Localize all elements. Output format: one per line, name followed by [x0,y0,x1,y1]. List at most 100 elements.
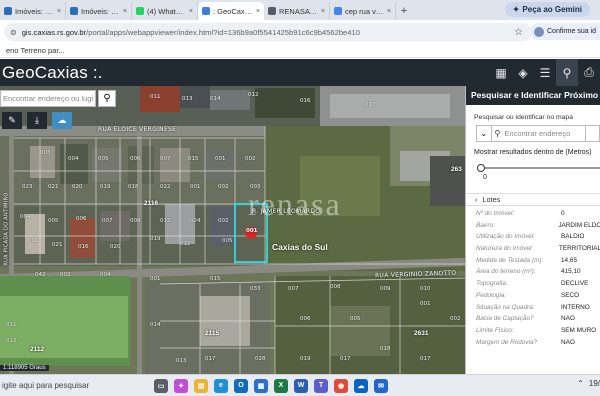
lot-number-label: 021 [52,242,63,248]
attribute-row: Área do terreno (m²): 415,10 [476,266,600,278]
tab-label: Imóveis: Consult [15,6,54,16]
grid-icon[interactable]: ▦ [490,59,512,86]
panel-search-input[interactable]: ⚲ Encontrar endereço [491,125,587,142]
lot-number-label: 002 [218,184,229,190]
lot-number-label: 010 [420,286,431,292]
cloud-icon: ☁ [57,115,67,125]
browser-tab[interactable]: : GeoCaxias :.× [198,2,264,20]
panel-search-button[interactable] [586,125,600,142]
lot-number-label: 004 [68,156,79,162]
map-search-button[interactable]: ⚲ [98,90,116,107]
attribute-key: Nº do Imóvel: [476,210,515,217]
lot-number-label: 012 [248,92,259,98]
block-label: 263 [451,166,462,173]
lot-number-label: 019 [300,356,311,362]
attribute-key: Topografia: [476,280,508,288]
tab-label: : GeoCaxias :. [213,6,253,16]
chevron-up-icon[interactable]: ⌃ [577,379,584,388]
pencil-icon: ✎ [8,115,16,125]
confirm-identity-button[interactable]: Confirme sua id [530,23,600,40]
search-source-dropdown[interactable]: ⌄ [476,125,492,142]
lot-number-label: 011 [150,94,161,100]
lotes-label: Lotes [482,195,501,204]
lot-number-label: 012 [160,218,171,224]
browser-tab[interactable]: RENASA NEGO× [264,2,330,20]
lot-number-label: 007 [160,156,171,162]
back-to-lotes[interactable]: ‹ Lotes [466,193,600,206]
attribute-key: Natureza do Imóvel: [476,245,534,253]
copilot-icon[interactable]: ✦ [174,378,188,393]
site-info-icon[interactable]: ⊜ [10,28,17,37]
city-label: Caxias do Sul [272,242,328,252]
highlighted-lot-label[interactable]: 001 [246,228,257,234]
browser-tab[interactable]: cep rua vergíni× [330,2,396,20]
lot-number-label: 012 [180,241,191,247]
close-icon[interactable]: × [189,8,193,15]
lot-number-label: 017 [205,356,216,362]
map-view[interactable]: RUA ELOICE VERGINESE RUA VERGINIO ZANOTT… [0,86,465,374]
store-icon[interactable]: ▦ [254,378,268,393]
attribute-value: SEM MURO [561,326,597,334]
url-field[interactable]: ⊜ gis.caxias.rs.gov.br/portal/apps/webap… [4,23,532,41]
lot-number-label: 005 [98,156,109,162]
excel-icon[interactable]: X [274,378,288,393]
onedrive-icon[interactable]: ☁ [354,378,368,393]
attribute-row: Bairro: JARDIM ELDO [476,220,600,232]
gemini-label: Peça ao Gemini [522,5,582,14]
lot-number-label: 005 [222,238,233,244]
basemap-tool-button[interactable]: ☁ [52,112,72,129]
layers-icon[interactable]: ◈ [512,59,534,86]
tab-favicon-icon [136,7,144,15]
attribute-row: Medida de Testada (m): 14,65 [476,255,600,267]
close-icon[interactable]: × [123,8,127,15]
attribute-value: 14,65 [561,256,577,264]
confirm-identity-label: Confirme sua id [547,28,597,35]
attribute-key: Bairro: [476,221,495,229]
download-tool-button[interactable]: ⤓ [27,112,47,129]
lot-number-label: 014 [150,322,161,328]
teams-icon[interactable]: T [314,378,328,393]
slider-value: 0 [483,174,487,181]
distance-slider[interactable] [477,164,600,172]
tab-favicon-icon [268,7,276,15]
attribute-row: Nº do Imóvel: 0 [476,208,600,220]
lot-number-label: 003 [250,184,261,190]
new-tab-button[interactable]: + [396,2,412,20]
attribute-list: Nº do Imóvel: 0 Bairro: JARDIM ELDO Utilizaç… [466,208,600,348]
slider-handle[interactable] [477,164,485,172]
attribute-key: Limite Físico: [476,326,514,334]
task-view-icon[interactable]: ▭ [154,378,168,393]
bookmark-item[interactable]: eno Terreno par... [6,46,65,55]
bookmark-star-icon[interactable]: ☆ [514,27,523,38]
lot-number-label: 001 [215,156,226,162]
close-icon[interactable]: × [57,8,61,15]
taskbar-search[interactable]: igite aqui para pesquisar [0,377,148,395]
clock[interactable]: 19/ [589,379,600,388]
search-nearby-icon[interactable]: ⚲ [556,59,578,86]
mail-icon[interactable]: ✉ [374,378,388,393]
file-explorer-icon[interactable]: ▤ [194,378,208,393]
word-icon[interactable]: W [294,378,308,393]
tab-favicon-icon [202,7,210,15]
browser-tab[interactable]: (4) WhatsApp B× [132,2,198,20]
print-icon[interactable]: ⎙ [578,59,600,86]
street-label-left: RUA PICADA DO ANTIMIRO [3,192,10,266]
browser-tab[interactable]: Imóveis: Consult× [0,2,66,20]
lot-number-label: 012 [6,338,17,344]
attribute-key: Bacia de Captação? [476,315,534,323]
browser-tab[interactable]: Imóveis: Consult× [66,2,132,20]
chrome-icon[interactable]: ◉ [334,378,348,393]
close-icon[interactable]: × [256,8,260,15]
lot-number-label: 024 [190,218,201,224]
attribute-row: Natureza do Imóvel: TERRITORIAL [476,243,600,255]
map-search-input[interactable]: Encontrar endereço ou lugi [0,90,96,107]
close-icon[interactable]: × [321,8,325,15]
lot-number-label: 017 [365,102,376,108]
gemini-button[interactable]: ✦ Peça ao Gemini [504,2,590,17]
close-icon[interactable]: × [387,8,391,15]
edge-icon[interactable]: e [214,378,228,393]
list-icon[interactable]: ☰ [534,59,556,86]
edit-tool-button[interactable]: ✎ [2,112,22,129]
outlook-icon[interactable]: O [234,378,248,393]
lot-number-label: 014 [210,96,221,102]
